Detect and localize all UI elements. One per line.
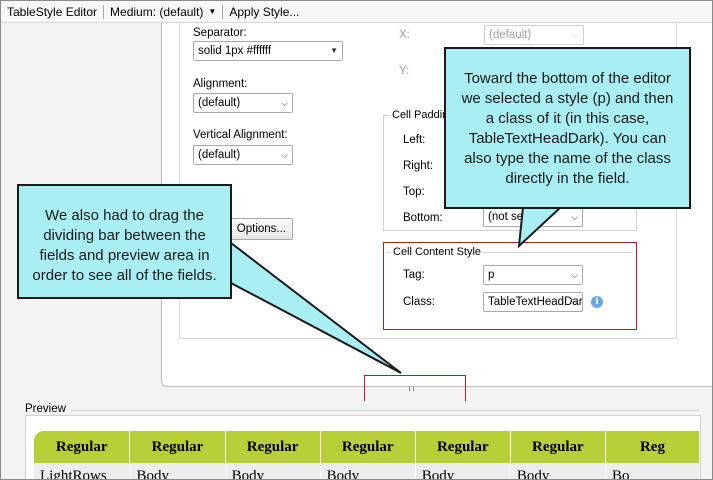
table-cell: Bo xyxy=(605,463,700,479)
chevron-down-icon: ⌵ xyxy=(572,30,579,40)
table-cell: LightRows xyxy=(34,463,131,479)
preview-table: Regular Regular Regular Regular Regular … xyxy=(34,431,700,479)
callout-left: We also had to drag the dividing bar bet… xyxy=(17,184,232,299)
alignment-select[interactable]: (default) ⌵ xyxy=(193,93,293,113)
padding-top-label: Top: xyxy=(403,186,425,198)
callout-line: TableTextHeadDark). You can xyxy=(468,130,667,147)
table-cell: Body xyxy=(415,463,511,479)
padding-bottom-value: (not set) xyxy=(488,211,531,223)
preview-divider xyxy=(71,410,699,411)
callout-top-right: Toward the bottom of the editor we selec… xyxy=(444,47,691,209)
splitter-grip-icon[interactable] xyxy=(409,387,414,391)
chevron-down-icon: ⌵ xyxy=(571,297,578,307)
medium-dropdown[interactable]: Medium: (default) ▼ xyxy=(104,1,222,23)
editor-title: TableStyle Editor xyxy=(7,4,98,19)
class-value: TableTextHeadDark xyxy=(488,296,583,308)
x-value: (default) xyxy=(489,29,532,41)
class-select[interactable]: TableTextHeadDark ⌵ xyxy=(483,292,583,312)
table-header-cell: Regular xyxy=(129,431,226,463)
tag-label: Tag: xyxy=(403,269,425,281)
callout-line: We also had to drag the xyxy=(45,207,204,224)
chevron-down-icon: ⌵ xyxy=(281,150,288,160)
table-header-cell: Regular xyxy=(415,431,511,463)
callout-line: order to see all of the fields. xyxy=(32,267,217,284)
callout-line: directly in the field. xyxy=(505,170,630,187)
callout-line: fields and preview area in xyxy=(39,247,210,264)
cell-content-style-title: Cell Content Style xyxy=(391,246,484,258)
caret-down-icon: ▼ xyxy=(330,46,338,55)
x-label: X: xyxy=(399,29,410,41)
callout-line: dividing bar between the xyxy=(43,227,206,244)
table-header-cell: Regular xyxy=(225,431,321,463)
vertical-alignment-label: Vertical Alignment: xyxy=(193,129,288,141)
toolbar: TableStyle Editor Medium: (default) ▼ Ap… xyxy=(1,1,712,23)
x-select[interactable]: (default) ⌵ xyxy=(484,25,584,45)
separator-value: solid 1px #ffffff xyxy=(198,45,272,57)
alignment-label: Alignment: xyxy=(193,78,248,90)
alignment-value: (default) xyxy=(198,97,241,109)
preview-box: Regular Regular Regular Regular Regular … xyxy=(25,415,701,479)
class-label: Class: xyxy=(403,296,435,308)
table-row: LightRows Body Body Body Body Body Bo xyxy=(34,463,700,479)
tablestyle-editor-window: TableStyle Editor Medium: (default) ▼ Ap… xyxy=(0,0,713,480)
table-cell: Body xyxy=(510,463,606,479)
callout-line: a class of it (in this case, xyxy=(485,110,650,127)
y-label: Y: xyxy=(399,65,410,77)
tag-value: p xyxy=(488,269,495,281)
callout-line: Toward the bottom of the editor xyxy=(464,70,671,87)
separator-label: Separator: xyxy=(193,27,247,39)
callout-line: also type the name of the class xyxy=(464,150,671,167)
table-header-cell: Reg xyxy=(605,431,700,463)
cell-padding-title: Cell Paddin xyxy=(390,109,451,121)
padding-left-label: Left: xyxy=(403,134,426,146)
chevron-down-icon: ⌵ xyxy=(571,270,578,280)
table-header-cell: Regular xyxy=(320,431,416,463)
table-cell: Body xyxy=(129,463,226,479)
preview-area: Preview Regular Regular Regular Regular … xyxy=(1,401,712,479)
padding-bottom-label: Bottom: xyxy=(403,212,443,224)
chevron-down-icon: ⌵ xyxy=(571,212,578,222)
apply-style-button[interactable]: Apply Style... xyxy=(223,1,305,23)
vertical-alignment-value: (default) xyxy=(198,149,241,161)
chevron-down-icon: ⌵ xyxy=(281,98,288,108)
table-header-cell: Regular xyxy=(510,431,606,463)
table-cell: Body xyxy=(225,463,321,479)
info-icon[interactable]: i xyxy=(591,296,603,308)
callout-line: we selected a style (p) and then xyxy=(461,90,674,107)
caret-down-icon: ▼ xyxy=(208,7,217,16)
tag-select[interactable]: p ⌵ xyxy=(483,265,583,285)
medium-dropdown-label: Medium: (default) xyxy=(110,4,204,19)
vertical-alignment-select[interactable]: (default) ⌵ xyxy=(193,145,293,165)
separator-select[interactable]: solid 1px #ffffff ▼ xyxy=(193,41,343,61)
preview-label: Preview xyxy=(25,403,66,415)
table-header-cell: Regular xyxy=(34,431,131,463)
padding-right-label: Right: xyxy=(403,160,434,172)
table-cell: Body xyxy=(320,463,416,479)
padding-bottom-select[interactable]: (not set) ⌵ xyxy=(483,207,583,227)
table-header-row: Regular Regular Regular Regular Regular … xyxy=(34,431,700,463)
